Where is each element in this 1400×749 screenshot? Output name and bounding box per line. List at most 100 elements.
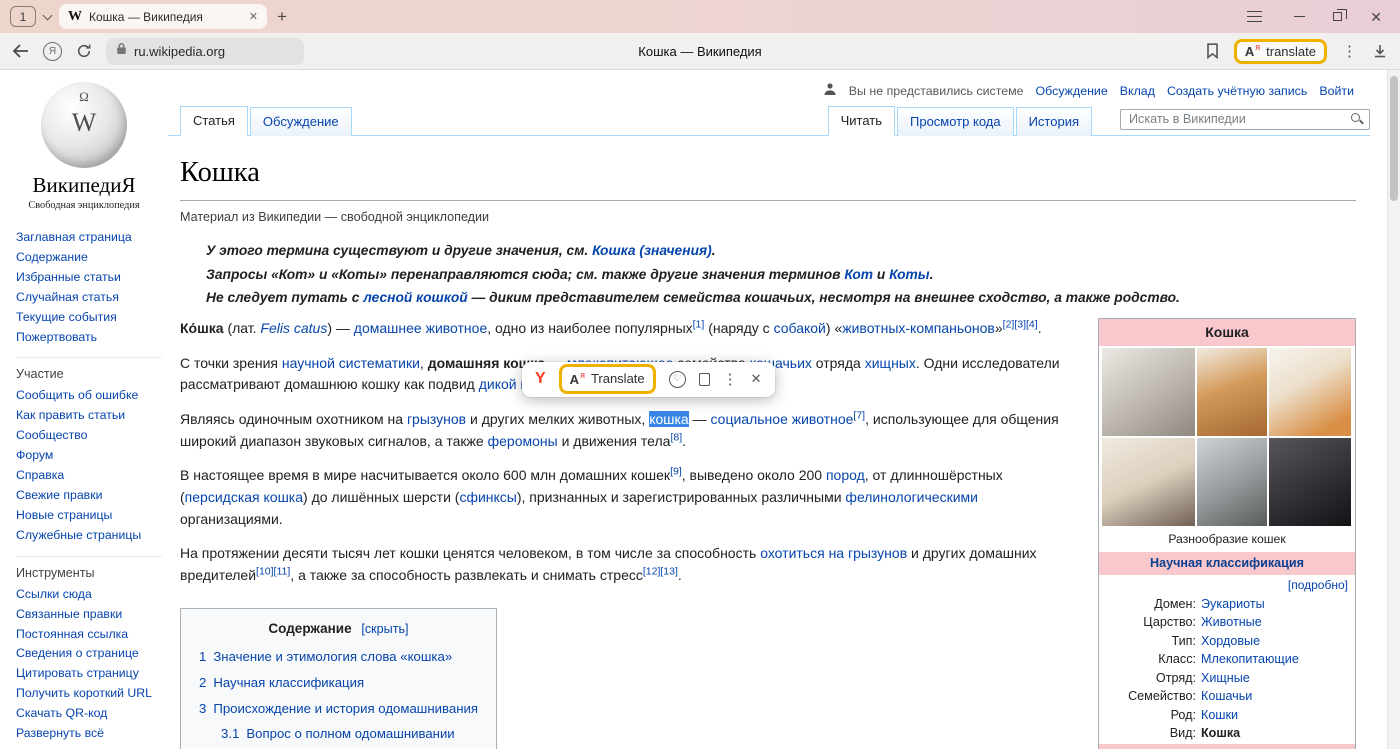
sidebar-link-donate[interactable]: Пожертвовать [16, 329, 162, 345]
sidebar-link-permanent-link[interactable]: Постоянная ссылка [16, 626, 162, 642]
reference-link[interactable]: [8] [670, 431, 682, 443]
sidebar-link-special-pages[interactable]: Служебные страницы [16, 527, 162, 543]
window-close-icon[interactable]: ✕ [1370, 10, 1382, 24]
sidebar-link-page-info[interactable]: Сведения о странице [16, 645, 162, 661]
toc-hide-link[interactable]: [скрыть] [361, 622, 408, 636]
inline-link[interactable]: кошка [649, 411, 689, 427]
download-icon[interactable] [1372, 43, 1388, 59]
sidebar-link-cite-page[interactable]: Цитировать страницу [16, 665, 162, 681]
personal-link-create-account[interactable]: Создать учётную запись [1167, 84, 1307, 98]
copy-icon[interactable] [699, 373, 710, 386]
inline-link[interactable]: охотиться на грызунов [760, 545, 907, 561]
inline-link[interactable]: собакой [774, 320, 826, 336]
popup-translate-button[interactable]: Aя Translate [559, 364, 656, 394]
sidebar-link-qr-code[interactable]: Скачать QR-код [16, 705, 162, 721]
toc-item[interactable]: 1Значение и этимология слова «кошка» [199, 647, 478, 667]
toolbar-translate-button[interactable]: Aя translate [1234, 39, 1327, 64]
sidebar-link-featured[interactable]: Избранные статьи [16, 269, 162, 285]
address-bar[interactable]: ru.wikipedia.org [106, 38, 304, 65]
taxon-link[interactable]: Кошки [1201, 707, 1238, 724]
inline-link[interactable]: пород [826, 467, 865, 483]
sidebar-link-contents[interactable]: Содержание [16, 249, 162, 265]
inline-link[interactable]: феромоны [488, 433, 558, 449]
personal-link-login[interactable]: Войти [1319, 84, 1354, 98]
inline-link[interactable]: лесной кошкой [363, 290, 467, 305]
tab-article[interactable]: Статья [180, 106, 248, 136]
personal-link-talk[interactable]: Обсуждение [1036, 84, 1108, 98]
restore-icon[interactable] [1333, 12, 1342, 21]
reference-link[interactable]: [7] [853, 409, 865, 421]
tab-history[interactable]: История [1016, 107, 1092, 136]
search-icon[interactable] [1351, 113, 1360, 122]
yandex-logo-icon[interactable]: Y [535, 371, 546, 387]
tab-counter-button[interactable]: 1 [10, 6, 36, 27]
bookmark-icon[interactable] [1206, 43, 1219, 59]
inline-link[interactable]: Коты [889, 267, 929, 282]
reference-link[interactable]: [9] [670, 466, 682, 478]
inline-link[interactable]: персидская кошка [185, 489, 303, 505]
inline-link[interactable]: Felis catus [260, 320, 327, 336]
sidebar-link-random[interactable]: Случайная статья [16, 289, 162, 305]
reference-link[interactable]: [10][11] [256, 565, 290, 577]
chevron-down-icon[interactable] [43, 10, 53, 20]
reload-icon[interactable] [76, 43, 92, 59]
toc-item[interactable]: 2Научная классификация [199, 673, 478, 693]
more-icon[interactable]: ⋮ [1342, 44, 1357, 59]
taxon-link[interactable]: Млекопитающие [1201, 651, 1299, 668]
taxon-link[interactable]: Хордовые [1201, 633, 1260, 650]
search-input[interactable] [1120, 109, 1370, 130]
yandex-home-icon[interactable]: Я [43, 42, 62, 61]
inline-link[interactable]: Кот [844, 267, 873, 282]
taxobox-classification-header[interactable]: Научная классификация [1099, 552, 1355, 575]
browser-tab[interactable]: W Кошка — Википедия ✕ [59, 4, 267, 29]
sidebar-link-what-links-here[interactable]: Ссылки сюда [16, 586, 162, 602]
toc-item[interactable]: 3Происхождение и история одомашнивания [199, 699, 478, 719]
tab-close-icon[interactable]: ✕ [249, 10, 258, 23]
sidebar-link-forum[interactable]: Форум [16, 447, 162, 463]
personal-link-contributions[interactable]: Вклад [1120, 84, 1155, 98]
taxobox-details-link[interactable]: [подробно] [1099, 575, 1355, 594]
inline-link[interactable]: хищных [865, 355, 916, 371]
inline-link[interactable]: Кошка (значения) [592, 243, 712, 258]
sidebar-link-report-error[interactable]: Сообщить об ошибке [16, 387, 162, 403]
wikipedia-logo[interactable]: Ω W ВикипедиЯ Свободная энциклопедия [0, 82, 168, 211]
sidebar-link-help[interactable]: Справка [16, 467, 162, 483]
inline-link[interactable]: социальное животное [711, 411, 854, 427]
inline-link[interactable]: фелинологическими [845, 489, 978, 505]
back-icon[interactable] [12, 44, 29, 58]
scrollbar-thumb[interactable] [1390, 76, 1398, 201]
taxon-link[interactable]: Хищные [1201, 670, 1250, 687]
sidebar-link-how-to-edit[interactable]: Как править статьи [16, 407, 162, 423]
heart-circle-icon[interactable]: ♡ [669, 371, 686, 388]
inline-link[interactable]: научной систематики [282, 355, 420, 371]
popup-more-icon[interactable]: ⋮ [723, 372, 738, 387]
sidebar-link-new-pages[interactable]: Новые страницы [16, 507, 162, 523]
taxon-link[interactable]: Кошачьи [1201, 688, 1252, 705]
black-cat-photo[interactable] [1269, 438, 1352, 526]
menu-icon[interactable] [1247, 11, 1262, 22]
inline-link[interactable]: животных-компаньонов [842, 320, 995, 336]
sidebar-link-related-changes[interactable]: Связанные правки [16, 606, 162, 622]
sidebar-link-community[interactable]: Сообщество [16, 427, 162, 443]
taxon-link[interactable]: Эукариоты [1201, 596, 1265, 613]
taxon-link[interactable]: Животные [1201, 614, 1262, 631]
inline-link[interactable]: грызунов [407, 411, 466, 427]
inline-link[interactable]: домашнее животное [354, 320, 487, 336]
inline-link[interactable]: сфинксы [459, 489, 516, 505]
tab-read[interactable]: Читать [828, 106, 895, 136]
siamese-cat-photo[interactable] [1102, 438, 1195, 526]
new-tab-button[interactable]: + [277, 8, 287, 25]
toc-item[interactable]: 3.1Вопрос о полном одомашнивании [221, 724, 478, 744]
sidebar-link-short-url[interactable]: Получить короткий URL [16, 685, 162, 701]
tab-discussion[interactable]: Обсуждение [250, 107, 352, 136]
minimize-icon[interactable] [1294, 16, 1305, 18]
sidebar-link-recent-changes[interactable]: Свежие правки [16, 487, 162, 503]
reference-link[interactable]: [2][3][4] [1003, 318, 1038, 330]
page-scrollbar[interactable] [1387, 70, 1400, 749]
sidebar-link-expand-all[interactable]: Развернуть всё [16, 725, 162, 741]
popup-close-icon[interactable]: ✕ [751, 369, 762, 389]
tabby-cat-photo[interactable] [1197, 438, 1267, 526]
sidebar-link-main-page[interactable]: Заглавная страница [16, 229, 162, 245]
sidebar-link-current-events[interactable]: Текущие события [16, 309, 162, 325]
tab-view-source[interactable]: Просмотр кода [897, 107, 1014, 136]
